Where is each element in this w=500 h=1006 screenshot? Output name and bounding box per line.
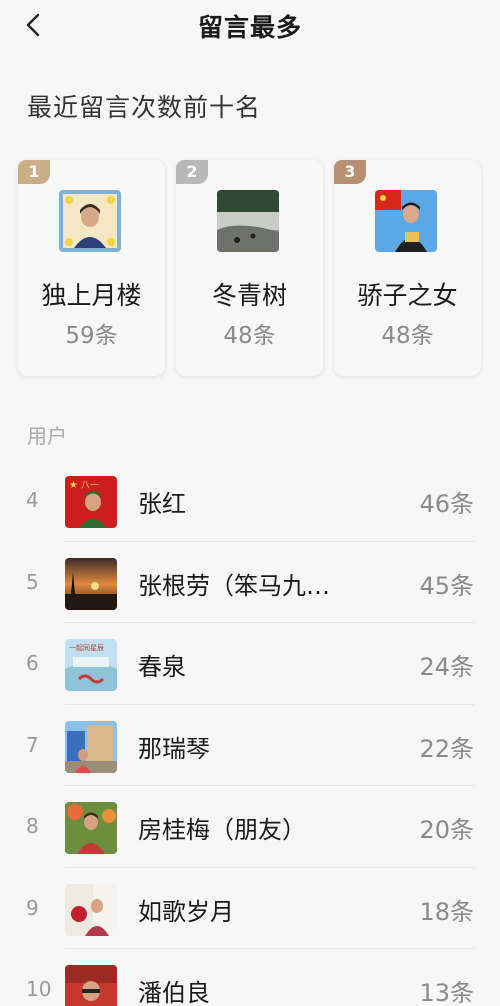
- comment-count: 13条: [419, 979, 474, 1006]
- card-count: 48条: [223, 323, 276, 349]
- user-name: 房桂梅（朋友）: [138, 816, 306, 844]
- rank-number: 5: [26, 569, 39, 594]
- avatar-text: 八一: [81, 481, 99, 491]
- header: 留言最多: [0, 0, 500, 50]
- user-list: 4 ★ 八一 张红 46条 5 张根劳（笨马九… 45条 6 一起同星辰 春泉 …: [0, 460, 500, 1006]
- card-count: 48条: [381, 323, 434, 349]
- comment-count: 24条: [419, 653, 474, 681]
- user-name: 潘伯良: [138, 979, 210, 1006]
- user-name: 张根劳（笨马九…: [138, 571, 330, 600]
- card-count: 59条: [65, 323, 118, 349]
- rank-number: 4: [26, 488, 39, 512]
- avatar: [217, 190, 279, 252]
- card-name: 冬青树: [211, 281, 287, 310]
- section-title: 最近留言次数前十名: [27, 93, 262, 122]
- list-item[interactable]: 10 潘伯良 13条: [0, 949, 500, 1006]
- top-card-3[interactable]: 3 骄子之女 48条: [334, 160, 481, 376]
- rank-number: 10: [26, 977, 52, 1001]
- user-name: 那瑞琴: [138, 734, 210, 763]
- rank-number: 8: [26, 814, 39, 838]
- avatar: ★ 八一: [65, 476, 117, 528]
- card-name: 骄子之女: [357, 281, 458, 310]
- avatar: [59, 190, 121, 252]
- svg-text:★: ★: [69, 480, 78, 491]
- rank-number: 7: [26, 732, 39, 757]
- top-card-1[interactable]: 1 独上月楼 59条: [18, 160, 165, 376]
- comment-count: 20条: [419, 816, 474, 844]
- rank-badge-3: 3: [334, 160, 366, 184]
- avatar: [375, 190, 437, 252]
- top-card-2[interactable]: 2 冬青树 48条: [176, 160, 323, 376]
- list-item[interactable]: 8 房桂梅（朋友） 20条: [0, 786, 500, 868]
- list-item[interactable]: 7 那瑞琴 22条: [0, 705, 500, 786]
- users-label: 用户: [27, 424, 67, 448]
- avatar: [65, 720, 117, 773]
- page-title: 留言最多: [197, 13, 302, 42]
- user-name: 春泉: [138, 653, 186, 681]
- avatar: 一起同星辰: [65, 639, 117, 691]
- list-item[interactable]: 6 一起同星辰 春泉 24条: [0, 623, 500, 705]
- app-root: 留言最多 最近留言次数前十名 1 独上月楼 59条 2 冬青树 48条 3 骄子…: [0, 0, 500, 1006]
- rank-badge-2: 2: [176, 160, 208, 184]
- list-item[interactable]: 4 ★ 八一 张红 46条: [0, 460, 500, 542]
- user-name: 张红: [138, 490, 186, 518]
- user-name: 如歌岁月: [138, 897, 234, 926]
- avatar: [65, 883, 117, 936]
- comment-count: 45条: [419, 571, 474, 600]
- card-name: 独上月楼: [41, 281, 142, 310]
- comment-count: 46条: [419, 490, 474, 518]
- avatar: [65, 965, 117, 1006]
- avatar-text: 一起同星辰: [69, 644, 104, 652]
- list-item[interactable]: 9 如歌岁月 18条: [0, 868, 500, 949]
- avatar: [65, 557, 117, 610]
- rank-badge-1: 1: [18, 160, 50, 184]
- avatar: [65, 802, 117, 854]
- list-item[interactable]: 5 张根劳（笨马九… 45条: [0, 542, 500, 623]
- rank-number: 6: [26, 651, 39, 675]
- rank-number: 9: [26, 895, 39, 920]
- comment-count: 22条: [419, 734, 474, 763]
- comment-count: 18条: [419, 897, 474, 926]
